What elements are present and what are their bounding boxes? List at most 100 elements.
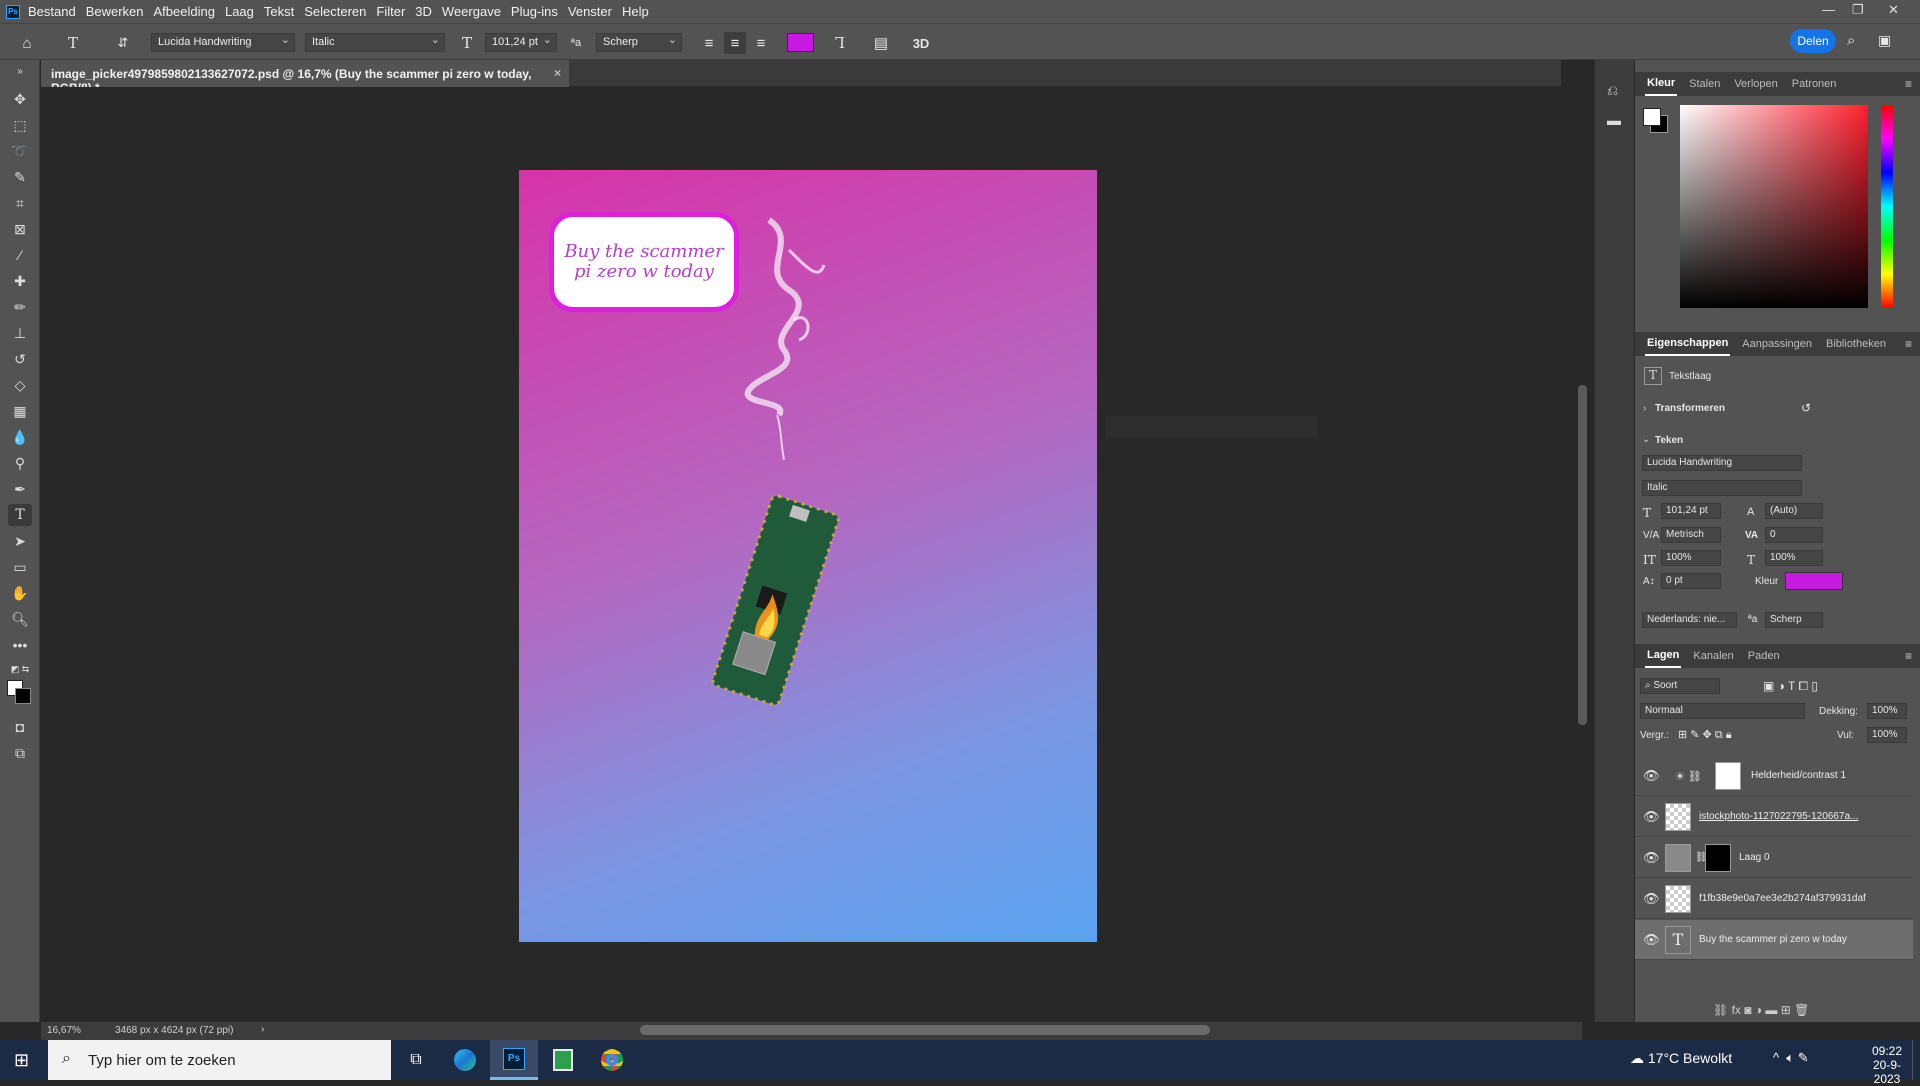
show-desktop-button[interactable] (1912, 1040, 1920, 1080)
props-antialias[interactable]: Scherp (1765, 612, 1823, 628)
search-icon[interactable]: ⌕ (1847, 32, 1855, 49)
props-font-family[interactable]: Lucida Handwriting (1642, 455, 1802, 471)
status-expand-icon[interactable]: › (261, 1024, 264, 1035)
tab-patronen[interactable]: Patronen (1790, 73, 1839, 95)
visibility-eye-icon[interactable]: 👁︎ (1643, 932, 1660, 948)
tab-stalen[interactable]: Stalen (1687, 73, 1722, 95)
menu-venster[interactable]: Venster (568, 4, 612, 19)
layer-filter-dropdown[interactable]: ⌕ Soort (1640, 678, 1720, 694)
menu-3d[interactable]: 3D (415, 4, 432, 19)
character-panel-icon[interactable]: ▤ (870, 32, 892, 54)
brush-tool-icon[interactable]: ✏ (8, 296, 32, 318)
tray-icons[interactable]: ^ 🔈︎ ✎ (1773, 1050, 1809, 1066)
chevron-down-icon[interactable]: ⌄ (1642, 434, 1650, 445)
visibility-eye-icon[interactable]: 👁︎ (1643, 850, 1660, 866)
menu-bewerken[interactable]: Bewerken (86, 4, 144, 19)
default-colors-icon[interactable]: ◩ ⇆ (8, 658, 32, 680)
color-picker-field[interactable] (1680, 105, 1868, 308)
visibility-eye-icon[interactable]: 👁︎ (1643, 768, 1660, 784)
font-style-dropdown[interactable]: Italic (305, 33, 445, 52)
layer-name[interactable]: Laag 0 (1739, 852, 1770, 863)
lasso-tool-icon[interactable]: ➰ (8, 140, 32, 162)
document-tab[interactable]: image_picker4979859802133627072.psd @ 16… (41, 60, 569, 95)
spreadsheet-app-icon[interactable] (539, 1040, 587, 1080)
opacity-input[interactable]: 100% (1867, 703, 1907, 719)
quick-selection-tool-icon[interactable]: ✎ (8, 166, 32, 188)
tab-eigenschappen[interactable]: Eigenschappen (1645, 332, 1731, 356)
move-tool-icon[interactable]: ✥ (8, 88, 32, 110)
panel-foreground-swatch[interactable] (1643, 108, 1661, 126)
3d-button[interactable]: 3D (910, 32, 932, 54)
quick-mask-icon[interactable]: ◘ (8, 716, 32, 738)
screen-mode-icon[interactable]: ⧉ (8, 742, 32, 764)
blend-mode-dropdown[interactable]: Normaal (1640, 703, 1805, 719)
close-window-icon[interactable]: ✕ (1888, 2, 1899, 18)
workspace-icon[interactable]: ▣ (1878, 32, 1891, 49)
antialias-dropdown[interactable]: Scherp (596, 33, 682, 52)
properties-panel-menu-icon[interactable]: ≡ (1905, 337, 1912, 351)
background-color-swatch[interactable] (15, 688, 31, 704)
layer-row-selected[interactable]: 👁︎ T Buy the scammer pi zero w today (1635, 920, 1913, 960)
menu-selecteren[interactable]: Selecteren (304, 4, 366, 19)
chevron-right-icon[interactable]: › (1643, 403, 1646, 414)
crop-tool-icon[interactable]: ⌗ (8, 192, 32, 214)
frame-tool-icon[interactable]: ⊠ (8, 218, 32, 240)
task-view-icon[interactable]: ⧉ (392, 1040, 440, 1080)
reset-transform-icon[interactable]: ↺ (1801, 401, 1811, 415)
minimize-icon[interactable]: — (1822, 2, 1835, 17)
horizontal-scrollbar[interactable] (640, 1025, 1210, 1035)
text-color-swatch[interactable] (787, 33, 814, 52)
props-baseline-shift[interactable]: 0 pt (1661, 573, 1721, 589)
layer-filter-icons[interactable]: ▣ ◑ T ⧠ ▯ (1763, 679, 1818, 694)
text-orientation-icon[interactable]: ⇵ (112, 32, 134, 54)
blur-tool-icon[interactable]: 💧 (8, 426, 32, 448)
menu-weergave[interactable]: Weergave (442, 4, 501, 19)
taskbar-search-box[interactable]: ⌕ Typ hier om te zoeken (48, 1040, 391, 1080)
photoshop-taskbar-icon[interactable]: Ps (490, 1040, 538, 1080)
home-icon[interactable]: ⌂ (16, 32, 38, 54)
tab-paden[interactable]: Paden (1746, 645, 1782, 667)
color-panel-menu-icon[interactable]: ≡ (1905, 77, 1912, 91)
type-tool-preset-icon[interactable]: T (62, 32, 84, 54)
weather-widget[interactable]: ☁ 17°C Bewolkt (1630, 1050, 1732, 1067)
gradient-tool-icon[interactable]: ▦ (8, 400, 32, 422)
tab-bibliotheken[interactable]: Bibliotheken (1824, 333, 1888, 355)
menu-afbeelding[interactable]: Afbeelding (154, 4, 215, 19)
layer-name[interactable]: istockphoto-1127022795-120667a... (1699, 811, 1858, 822)
lock-icons[interactable]: ⊞ ✎ ✥ ⧉ 🔒︎ (1678, 728, 1732, 742)
zoom-tool-icon[interactable]: 🔍︎ (8, 608, 32, 630)
path-selection-tool-icon[interactable]: ➤ (8, 530, 32, 552)
props-language[interactable]: Nederlands: nie... (1642, 612, 1737, 628)
align-right-icon[interactable]: ≡ (750, 32, 772, 54)
marquee-tool-icon[interactable]: ⬚ (8, 114, 32, 136)
layer-row[interactable]: 👁︎ istockphoto-1127022795-120667a... (1635, 797, 1913, 837)
visibility-eye-icon[interactable]: 👁︎ (1643, 891, 1660, 907)
rectangle-tool-icon[interactable]: ▭ (8, 556, 32, 578)
layer-actions-icons[interactable]: ⛓ fx ◙ ◑ ▬ ⊞ 🗑︎ (1713, 1003, 1809, 1017)
props-font-style[interactable]: Italic (1642, 480, 1802, 496)
tab-lagen[interactable]: Lagen (1645, 644, 1682, 668)
menu-filter[interactable]: Filter (376, 4, 405, 19)
tab-kanalen[interactable]: Kanalen (1691, 645, 1735, 667)
props-horizontal-scale[interactable]: 100% (1765, 550, 1823, 566)
font-family-dropdown[interactable]: Lucida Handwriting (151, 33, 295, 52)
share-button[interactable]: Delen (1790, 29, 1836, 53)
eyedropper-tool-icon[interactable]: ⁄ (8, 244, 32, 266)
clone-stamp-tool-icon[interactable]: ⊥ (8, 322, 32, 344)
props-tracking[interactable]: 0 (1765, 527, 1823, 543)
collapse-toolbar-icon[interactable]: » (8, 60, 32, 82)
layer-name[interactable]: Buy the scammer pi zero w today (1699, 934, 1847, 945)
props-color-swatch[interactable] (1785, 572, 1843, 590)
warp-text-icon[interactable]: Ꞁ (829, 32, 851, 54)
fill-input[interactable]: 100% (1867, 727, 1907, 743)
tab-kleur[interactable]: Kleur (1645, 72, 1678, 96)
history-brush-tool-icon[interactable]: ↺ (8, 348, 32, 370)
artboard[interactable]: Buy the scammer pi zero w today (519, 170, 1097, 942)
dodge-tool-icon[interactable]: ⚲ (8, 452, 32, 474)
menu-laag[interactable]: Laag (225, 4, 254, 19)
visibility-eye-icon[interactable]: 👁︎ (1643, 809, 1660, 825)
type-tool-icon[interactable]: T (8, 504, 32, 526)
chrome-browser-icon[interactable] (588, 1040, 636, 1080)
props-vertical-scale[interactable]: 100% (1661, 550, 1721, 566)
more-tools-icon[interactable]: ••• (8, 634, 32, 656)
